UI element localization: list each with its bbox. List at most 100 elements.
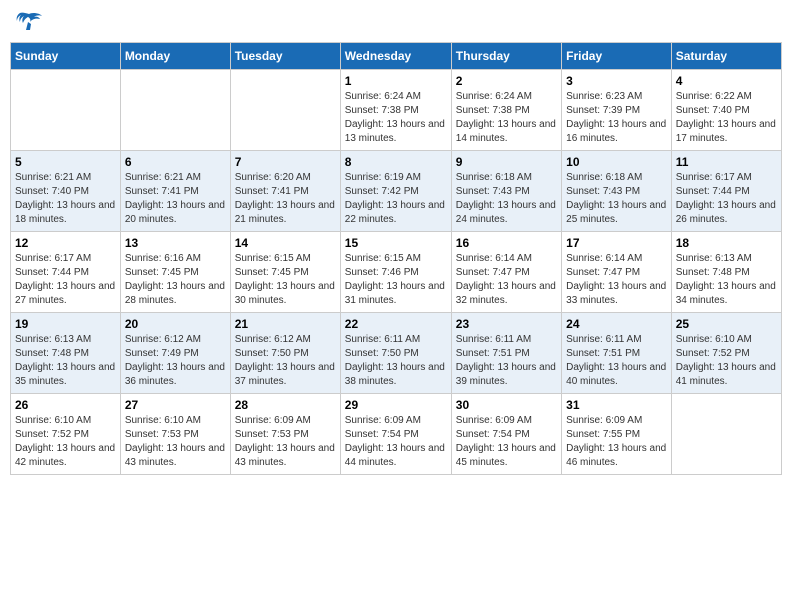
calendar-cell: 10 Sunrise: 6:18 AMSunset: 7:43 PMDayligh… <box>562 151 672 232</box>
day-info: Sunrise: 6:23 AMSunset: 7:39 PMDaylight:… <box>566 90 667 146</box>
calendar-week-row: 5 Sunrise: 6:21 AMSunset: 7:40 PMDaylight… <box>11 151 782 232</box>
calendar-cell: 30 Sunrise: 6:09 AMSunset: 7:54 PMDayligh… <box>451 394 561 475</box>
calendar-cell: 2 Sunrise: 6:24 AMSunset: 7:38 PMDaylight… <box>451 70 561 151</box>
day-info: Sunrise: 6:09 AMSunset: 7:55 PMDaylight:… <box>566 414 667 470</box>
calendar-cell <box>120 70 230 151</box>
day-number: 8 <box>345 155 447 169</box>
day-info: Sunrise: 6:24 AMSunset: 7:38 PMDaylight:… <box>456 90 557 146</box>
day-info: Sunrise: 6:13 AMSunset: 7:48 PMDaylight:… <box>676 252 777 308</box>
calendar-cell: 21 Sunrise: 6:12 AMSunset: 7:50 PMDayligh… <box>230 313 340 394</box>
day-number: 24 <box>566 317 667 331</box>
day-number: 3 <box>566 74 667 88</box>
column-header-monday: Monday <box>120 43 230 70</box>
day-number: 27 <box>125 398 226 412</box>
day-info: Sunrise: 6:12 AMSunset: 7:50 PMDaylight:… <box>235 333 336 389</box>
column-header-sunday: Sunday <box>11 43 121 70</box>
day-number: 10 <box>566 155 667 169</box>
day-number: 1 <box>345 74 447 88</box>
column-header-saturday: Saturday <box>671 43 781 70</box>
day-number: 22 <box>345 317 447 331</box>
day-number: 7 <box>235 155 336 169</box>
day-number: 2 <box>456 74 557 88</box>
day-number: 18 <box>676 236 777 250</box>
day-number: 17 <box>566 236 667 250</box>
day-info: Sunrise: 6:18 AMSunset: 7:43 PMDaylight:… <box>456 171 557 227</box>
day-number: 28 <box>235 398 336 412</box>
calendar-cell: 29 Sunrise: 6:09 AMSunset: 7:54 PMDayligh… <box>340 394 451 475</box>
day-info: Sunrise: 6:12 AMSunset: 7:49 PMDaylight:… <box>125 333 226 389</box>
day-number: 11 <box>676 155 777 169</box>
calendar-cell: 28 Sunrise: 6:09 AMSunset: 7:53 PMDayligh… <box>230 394 340 475</box>
day-info: Sunrise: 6:21 AMSunset: 7:40 PMDaylight:… <box>15 171 116 227</box>
day-info: Sunrise: 6:18 AMSunset: 7:43 PMDaylight:… <box>566 171 667 227</box>
calendar-cell: 8Sunrise: 6:19 AMSunset: 7:42 PMDaylight… <box>340 151 451 232</box>
day-number: 19 <box>15 317 116 331</box>
calendar-cell: 27 Sunrise: 6:10 AMSunset: 7:53 PMDayligh… <box>120 394 230 475</box>
day-number: 15 <box>345 236 447 250</box>
page-header <box>10 10 782 34</box>
calendar-cell: 9Sunrise: 6:18 AMSunset: 7:43 PMDaylight… <box>451 151 561 232</box>
calendar-cell: 1 Sunrise: 6:24 AMSunset: 7:38 PMDaylight… <box>340 70 451 151</box>
calendar-cell: 24 Sunrise: 6:11 AMSunset: 7:51 PMDayligh… <box>562 313 672 394</box>
calendar-cell: 31 Sunrise: 6:09 AMSunset: 7:55 PMDayligh… <box>562 394 672 475</box>
day-info: Sunrise: 6:10 AMSunset: 7:53 PMDaylight:… <box>125 414 226 470</box>
calendar-table: SundayMondayTuesdayWednesdayThursdayFrid… <box>10 42 782 475</box>
day-info: Sunrise: 6:17 AMSunset: 7:44 PMDaylight:… <box>15 252 116 308</box>
day-number: 12 <box>15 236 116 250</box>
day-info: Sunrise: 6:10 AMSunset: 7:52 PMDaylight:… <box>676 333 777 389</box>
day-info: Sunrise: 6:09 AMSunset: 7:54 PMDaylight:… <box>456 414 557 470</box>
column-header-wednesday: Wednesday <box>340 43 451 70</box>
calendar-cell: 20 Sunrise: 6:12 AMSunset: 7:49 PMDayligh… <box>120 313 230 394</box>
day-number: 21 <box>235 317 336 331</box>
calendar-cell: 14Sunrise: 6:15 AMSunset: 7:45 PMDayligh… <box>230 232 340 313</box>
calendar-cell: 17Sunrise: 6:14 AMSunset: 7:47 PMDayligh… <box>562 232 672 313</box>
calendar-cell <box>671 394 781 475</box>
logo <box>14 10 48 34</box>
calendar-cell <box>11 70 121 151</box>
day-number: 4 <box>676 74 777 88</box>
column-header-friday: Friday <box>562 43 672 70</box>
day-info: Sunrise: 6:10 AMSunset: 7:52 PMDaylight:… <box>15 414 116 470</box>
day-info: Sunrise: 6:20 AMSunset: 7:41 PMDaylight:… <box>235 171 336 227</box>
day-info: Sunrise: 6:14 AMSunset: 7:47 PMDaylight:… <box>456 252 557 308</box>
day-number: 23 <box>456 317 557 331</box>
day-number: 30 <box>456 398 557 412</box>
day-number: 13 <box>125 236 226 250</box>
calendar-cell <box>230 70 340 151</box>
day-info: Sunrise: 6:13 AMSunset: 7:48 PMDaylight:… <box>15 333 116 389</box>
day-info: Sunrise: 6:11 AMSunset: 7:51 PMDaylight:… <box>566 333 667 389</box>
day-info: Sunrise: 6:21 AMSunset: 7:41 PMDaylight:… <box>125 171 226 227</box>
calendar-cell: 4 Sunrise: 6:22 AMSunset: 7:40 PMDaylight… <box>671 70 781 151</box>
calendar-cell: 16Sunrise: 6:14 AMSunset: 7:47 PMDayligh… <box>451 232 561 313</box>
calendar-cell: 18 Sunrise: 6:13 AMSunset: 7:48 PMDayligh… <box>671 232 781 313</box>
calendar-cell: 11 Sunrise: 6:17 AMSunset: 7:44 PMDayligh… <box>671 151 781 232</box>
calendar-cell: 26 Sunrise: 6:10 AMSunset: 7:52 PMDayligh… <box>11 394 121 475</box>
day-info: Sunrise: 6:11 AMSunset: 7:50 PMDaylight:… <box>345 333 447 389</box>
day-info: Sunrise: 6:22 AMSunset: 7:40 PMDaylight:… <box>676 90 777 146</box>
day-info: Sunrise: 6:09 AMSunset: 7:54 PMDaylight:… <box>345 414 447 470</box>
calendar-cell: 23Sunrise: 6:11 AMSunset: 7:51 PMDayligh… <box>451 313 561 394</box>
day-info: Sunrise: 6:24 AMSunset: 7:38 PMDaylight:… <box>345 90 447 146</box>
calendar-cell: 5 Sunrise: 6:21 AMSunset: 7:40 PMDaylight… <box>11 151 121 232</box>
calendar-cell: 7 Sunrise: 6:20 AMSunset: 7:41 PMDaylight… <box>230 151 340 232</box>
day-info: Sunrise: 6:17 AMSunset: 7:44 PMDaylight:… <box>676 171 777 227</box>
calendar-cell: 3 Sunrise: 6:23 AMSunset: 7:39 PMDaylight… <box>562 70 672 151</box>
calendar-cell: 25 Sunrise: 6:10 AMSunset: 7:52 PMDayligh… <box>671 313 781 394</box>
calendar-header-row: SundayMondayTuesdayWednesdayThursdayFrid… <box>11 43 782 70</box>
calendar-cell: 12 Sunrise: 6:17 AMSunset: 7:44 PMDayligh… <box>11 232 121 313</box>
calendar-cell: 13 Sunrise: 6:16 AMSunset: 7:45 PMDayligh… <box>120 232 230 313</box>
day-info: Sunrise: 6:15 AMSunset: 7:45 PMDaylight:… <box>235 252 336 308</box>
calendar-week-row: 19 Sunrise: 6:13 AMSunset: 7:48 PMDayligh… <box>11 313 782 394</box>
day-number: 20 <box>125 317 226 331</box>
day-number: 29 <box>345 398 447 412</box>
day-info: Sunrise: 6:15 AMSunset: 7:46 PMDaylight:… <box>345 252 447 308</box>
day-info: Sunrise: 6:16 AMSunset: 7:45 PMDaylight:… <box>125 252 226 308</box>
day-number: 25 <box>676 317 777 331</box>
calendar-week-row: 1 Sunrise: 6:24 AMSunset: 7:38 PMDaylight… <box>11 70 782 151</box>
day-number: 26 <box>15 398 116 412</box>
day-number: 31 <box>566 398 667 412</box>
logo-bird-icon <box>14 10 44 34</box>
calendar-cell: 15 Sunrise: 6:15 AMSunset: 7:46 PMDayligh… <box>340 232 451 313</box>
day-info: Sunrise: 6:09 AMSunset: 7:53 PMDaylight:… <box>235 414 336 470</box>
day-number: 5 <box>15 155 116 169</box>
